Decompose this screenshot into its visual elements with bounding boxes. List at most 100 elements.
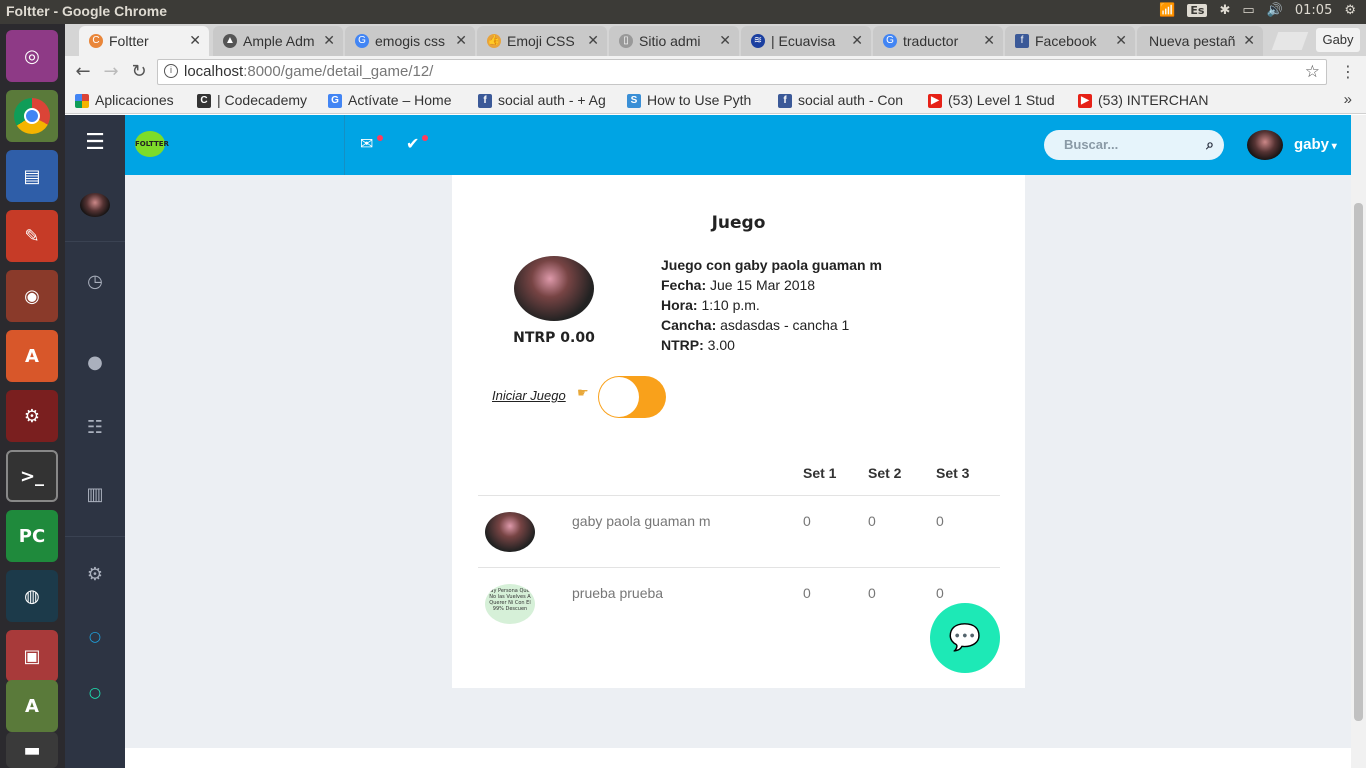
status-circle-blue-icon[interactable]: ○	[83, 625, 107, 649]
header-set-3: Set 3	[936, 465, 970, 481]
bookmark-level-1[interactable]: ▶ (53) Level 1 Stud	[928, 92, 1064, 108]
google-favicon-icon: G	[355, 34, 369, 48]
window-title: Foltter - Google Chrome	[6, 3, 167, 19]
book-icon[interactable]: ▥	[83, 483, 107, 507]
sidebar-avatar[interactable]	[80, 193, 110, 217]
forward-arrow-icon[interactable]: →	[99, 60, 123, 84]
tab-nueva-pestana[interactable]: Nueva pestañ ✕	[1137, 26, 1263, 56]
volume-icon[interactable]: 🔊	[1267, 3, 1283, 18]
tab-emogis-css[interactable]: G emogis css ✕	[345, 26, 475, 56]
keyboard-layout[interactable]: Es	[1187, 4, 1208, 17]
address-bar[interactable]: i localhost:8000/game/detail_game/12/ ☆	[157, 59, 1327, 85]
updater-app-icon[interactable]: A	[6, 680, 58, 732]
writer-app-icon[interactable]: ▤	[6, 150, 58, 202]
tab-facebook[interactable]: f Facebook ✕	[1005, 26, 1135, 56]
settings-gear-icon[interactable]: ⚙	[1344, 3, 1356, 18]
bookmark-label: (53) Level 1 Stud	[948, 92, 1055, 108]
status-circle-green-icon[interactable]: ○	[83, 681, 107, 705]
mail-notification-dot	[377, 135, 383, 141]
close-tab-icon[interactable]: ✕	[587, 32, 599, 49]
check-circle-icon[interactable]: ✔	[406, 134, 419, 153]
ntrp-label: NTRP:	[661, 337, 704, 353]
tab-label: traductor	[903, 33, 959, 49]
tab-ample-admin[interactable]: ▲ Ample Adm ✕	[213, 26, 343, 56]
cancha-value: asdasdas - cancha 1	[720, 317, 850, 333]
side-navigation: ☰ ◷ ● ☷ ▥ ⚙ ○ ○	[65, 115, 125, 768]
tab-label: Ample Adm	[243, 33, 315, 49]
user-menu[interactable]: gaby ▾	[1294, 136, 1337, 153]
tab-sitio-admin[interactable]: ▯ Sitio admi ✕	[609, 26, 739, 56]
page-scrollbar[interactable]	[1351, 115, 1366, 768]
user-avatar[interactable]	[1247, 130, 1283, 160]
battery-icon[interactable]: ▭	[1242, 3, 1254, 18]
bookmark-interchange[interactable]: ▶ (53) INTERCHAN	[1078, 92, 1213, 108]
chrome-app-icon[interactable]	[6, 90, 58, 142]
browser-menu-icon[interactable]: ⋮	[1340, 62, 1356, 81]
bookmark-social-auth-2[interactable]: f social auth - Con	[778, 92, 914, 108]
files-app-icon[interactable]: ▣	[6, 630, 58, 682]
inkscape-app-icon[interactable]: ✎	[6, 210, 58, 262]
terminal-app-icon[interactable]: >_	[6, 450, 58, 502]
bluetooth-icon[interactable]: ✱	[1219, 3, 1230, 18]
game-date: Fecha: Jue 15 Mar 2018	[661, 277, 815, 293]
bookmark-social-auth-1[interactable]: f social auth - + Ag	[478, 92, 614, 108]
ubuntu-launcher: ◎ ▤ ✎ ◉ A ⚙ >_ PC ◍ ▣ A ▬	[0, 24, 65, 768]
search-icon[interactable]: ⌕	[1206, 136, 1214, 153]
firefox-app-icon[interactable]: ◉	[6, 270, 58, 322]
set-3-score: 0	[936, 513, 944, 529]
set-3-score: 0	[936, 585, 944, 601]
more-bookmarks-icon[interactable]: »	[1344, 91, 1352, 108]
system-settings-icon[interactable]: ⚙	[6, 390, 58, 442]
bookmark-activate[interactable]: G Actívate – Home	[328, 92, 463, 108]
start-game-toggle[interactable]	[598, 376, 666, 418]
toggle-knob[interactable]	[599, 377, 639, 417]
clock[interactable]: 01:05	[1295, 3, 1332, 18]
back-arrow-icon[interactable]: ←	[71, 60, 95, 84]
bookmark-label: Actívate – Home	[348, 92, 452, 108]
close-tab-icon[interactable]: ✕	[983, 32, 995, 49]
ubuntu-dash-icon[interactable]: ◎	[6, 30, 58, 82]
foltter-logo[interactable]: FOLTTER	[135, 131, 169, 157]
reload-icon[interactable]: ↻	[127, 60, 151, 84]
timer-icon[interactable]: ◷	[83, 270, 107, 294]
close-tab-icon[interactable]: ✕	[1243, 32, 1255, 49]
user-name-label: gaby	[1294, 136, 1330, 153]
hamburger-menu-icon[interactable]: ☰	[83, 131, 107, 155]
thumbs-up-favicon-icon: 👍	[487, 34, 501, 48]
bookmark-codecademy[interactable]: C | Codecademy	[197, 92, 317, 108]
gitkraken-app-icon[interactable]: ◍	[6, 570, 58, 622]
chat-bubble-icon: 💬	[948, 623, 982, 653]
site-info-icon[interactable]: i	[164, 64, 178, 78]
table-row: gaby paola guaman m 0 0 0	[478, 495, 1000, 567]
close-tab-icon[interactable]: ✕	[719, 32, 731, 49]
game-heading: Juego con gaby paola guaman m	[661, 257, 882, 273]
software-center-icon[interactable]: A	[6, 330, 58, 382]
chat-button[interactable]: 💬	[930, 603, 1000, 673]
close-tab-icon[interactable]: ✕	[189, 32, 201, 49]
new-tab-button[interactable]	[1271, 32, 1309, 50]
settings-icon[interactable]: ⚙	[83, 563, 107, 587]
search-input[interactable]: Buscar... ⌕	[1044, 130, 1224, 160]
pycharm-app-icon[interactable]: PC	[6, 510, 58, 562]
scrollbar-thumb[interactable]	[1354, 203, 1363, 721]
start-game-link[interactable]: Iniciar Juego	[492, 388, 566, 403]
player-ntrp: NTRP 0.00	[513, 330, 595, 346]
wifi-icon[interactable]: 📶	[1159, 3, 1175, 18]
bookmark-star-icon[interactable]: ☆	[1305, 62, 1320, 82]
youtube-icon: ▶	[928, 94, 942, 108]
bookmark-how-to-use-python[interactable]: S How to Use Pyth	[627, 92, 763, 108]
profile-button[interactable]: Gaby	[1316, 28, 1360, 52]
tab-foltter[interactable]: C Foltter ✕	[79, 26, 209, 56]
close-tab-icon[interactable]: ✕	[455, 32, 467, 49]
close-tab-icon[interactable]: ✕	[1115, 32, 1127, 49]
bookmark-apps[interactable]: Aplicaciones	[75, 92, 174, 108]
close-tab-icon[interactable]: ✕	[323, 32, 335, 49]
tab-traductor[interactable]: G traductor ✕	[873, 26, 1003, 56]
close-tab-icon[interactable]: ✕	[851, 32, 863, 49]
usb-drive-icon[interactable]: ▬	[6, 732, 58, 768]
tennis-ball-icon[interactable]: ●	[83, 351, 107, 375]
mail-icon[interactable]: ✉	[360, 134, 373, 153]
list-icon[interactable]: ☷	[83, 416, 107, 440]
tab-emoji-css[interactable]: 👍 Emoji CSS ✕	[477, 26, 607, 56]
tab-ecuavisa[interactable]: ≋ | Ecuavisa ✕	[741, 26, 871, 56]
